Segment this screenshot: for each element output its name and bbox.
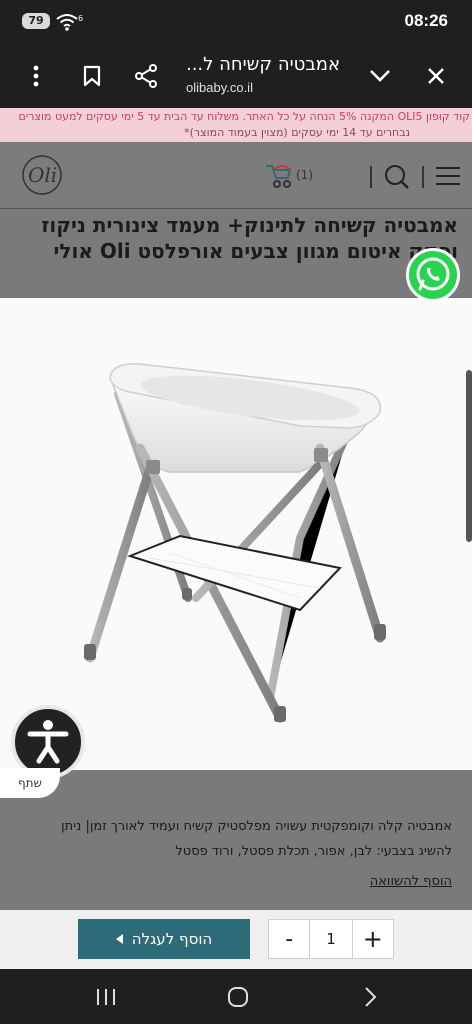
promo-line-1: קוד קופון OLI5 המקנה 5% הנחה על כל האתר.…	[18, 110, 470, 123]
wifi-icon: 6	[56, 14, 83, 31]
system-nav-bar	[0, 969, 472, 1024]
tab-title[interactable]: אמבטיה קשיחה ל...	[188, 54, 340, 75]
bathtub-stand-illustration	[84, 363, 386, 723]
add-to-compare-link[interactable]: הוסף להשוואה	[370, 874, 452, 889]
product-title-line-1: אמבטיה קשיחה לתינוק+ מעמד צינורית ניקוז	[41, 213, 458, 237]
web-page: קוד קופון OLI5 המקנה 5% הנחה על כל האתר.…	[0, 108, 472, 969]
product-title: אמבטיה קשיחה לתינוק+ מעמד צינורית ניקוז …	[0, 212, 472, 292]
product-title-line-2: ופקק איטום מגוון צבעים אורפלסט Oli אולי …	[53, 239, 458, 289]
site-header: Oli (1)	[0, 142, 472, 208]
clock: 08:26	[404, 11, 448, 30]
home-icon[interactable]	[226, 985, 250, 1009]
add-to-cart-bar: הוסף לעגלה - 1 +	[0, 910, 472, 969]
scrollbar-thumb[interactable]	[466, 370, 472, 542]
stroller-cart-icon[interactable]	[262, 160, 294, 190]
divider	[422, 166, 424, 188]
divider	[370, 166, 372, 188]
description-line-2: להשיג בצבעי: לבן, אפור, תכלת פסטל, ורוד …	[175, 844, 452, 859]
url-domain[interactable]: olibaby.co.il	[186, 80, 253, 95]
more-vert-icon[interactable]	[20, 60, 52, 92]
hamburger-menu-icon[interactable]	[436, 166, 460, 186]
divider	[0, 208, 472, 209]
product-description: אמבטיה קלה וקומפקטית עשויה מפלסטיק קשיח …	[0, 814, 472, 864]
svg-text:Oli: Oli	[28, 163, 57, 187]
close-icon[interactable]	[420, 60, 452, 92]
cart-count: (1)	[296, 168, 313, 182]
battery-icon: 79	[22, 13, 50, 29]
svg-text:6: 6	[78, 14, 83, 23]
bookmark-icon[interactable]	[76, 60, 108, 92]
promo-line-2: נבחרים עד 14 ימי עסקים (מצוין בעמוד המוצ…	[184, 126, 410, 139]
chevron-down-icon[interactable]	[364, 60, 396, 92]
share-button[interactable]: שתף	[0, 768, 60, 798]
product-image[interactable]	[0, 298, 472, 770]
quantity-input[interactable]: 1	[310, 920, 351, 958]
add-to-cart-label: הוסף לעגלה	[131, 930, 213, 948]
quantity-stepper: - 1 +	[268, 919, 394, 959]
quantity-plus-button[interactable]: +	[351, 920, 393, 958]
share-icon[interactable]	[130, 60, 162, 92]
logo[interactable]: Oli	[14, 154, 70, 196]
status-bar: 79 6 08:26	[0, 0, 472, 44]
description-line-1: אמבטיה קלה וקומפקטית עשויה מפלסטיק קשיח …	[61, 819, 452, 834]
whatsapp-icon[interactable]	[406, 248, 460, 302]
recents-icon[interactable]	[94, 985, 118, 1009]
quantity-minus-button[interactable]: -	[269, 920, 311, 958]
triangle-left-icon	[115, 934, 123, 944]
back-icon[interactable]	[358, 985, 382, 1009]
search-icon[interactable]	[384, 164, 410, 190]
share-label: שתף	[17, 776, 43, 790]
promo-banner: קוד קופון OLI5 המקנה 5% הנחה על כל האתר.…	[0, 108, 472, 142]
add-to-cart-button[interactable]: הוסף לעגלה	[78, 919, 250, 959]
